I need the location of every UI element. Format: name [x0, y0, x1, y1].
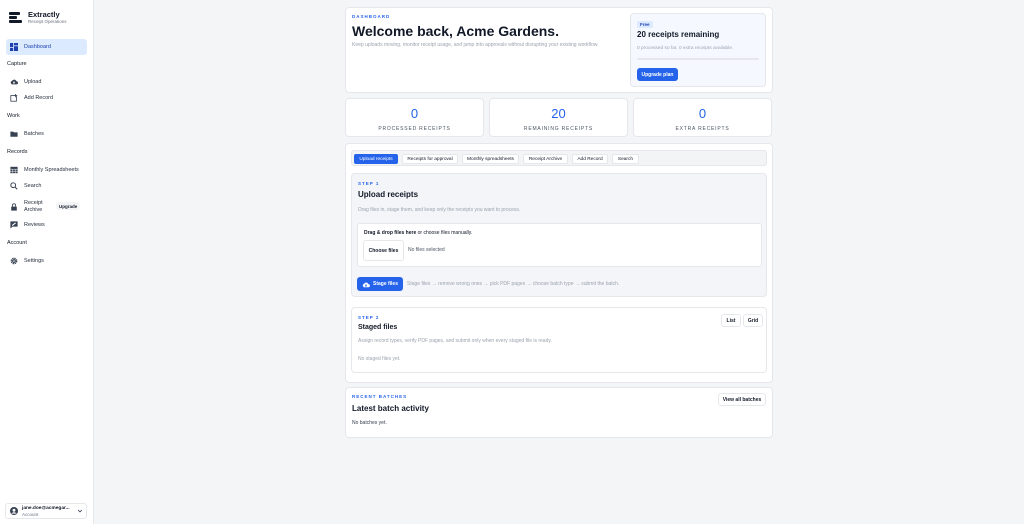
- search-icon: [10, 182, 18, 190]
- dashboard-icon: [10, 43, 18, 51]
- step1-panel: STEP 1 Upload receipts Drag files in, st…: [351, 173, 767, 297]
- recent-eyebrow: RECENT BATCHES: [352, 394, 408, 399]
- sidebar-item-label: Search: [24, 183, 42, 189]
- sidebar-item-label: Batches: [24, 131, 44, 137]
- tab-upload-receipts[interactable]: Upload receipts: [354, 154, 398, 164]
- step2-title: Staged files: [358, 324, 398, 331]
- step2-empty: No staged files yet.: [358, 356, 401, 362]
- stat-label: EXTRA RECEIPTS: [675, 126, 730, 132]
- sidebar-item-label: Add Record: [24, 95, 54, 101]
- tab-receipt-archive[interactable]: Receipt Archive: [523, 154, 568, 164]
- stat-value: 20: [551, 106, 566, 121]
- sidebar: Extractly Receipt Operations Dashboard C…: [0, 0, 94, 524]
- tab-add-record[interactable]: Add Record: [572, 154, 608, 164]
- recent-empty: No batches yet.: [352, 420, 387, 426]
- dropzone[interactable]: Drag & drop files here or choose files m…: [357, 223, 762, 267]
- sidebar-item-add-record[interactable]: Add Record: [6, 90, 87, 106]
- sidebar-item-monthly-spreadsheets[interactable]: Monthly Spreadsheets: [6, 162, 87, 178]
- account-role: Account: [22, 511, 39, 517]
- tab-monthly-spreadsheets[interactable]: Monthly spreadsheets: [462, 154, 519, 164]
- stage-files-button[interactable]: Stage files: [357, 277, 403, 291]
- sidebar-item-label: Settings: [24, 258, 44, 264]
- sidebar-item-settings[interactable]: Settings: [6, 253, 87, 269]
- account-email: jane.doe@acmegar...: [22, 505, 70, 511]
- stat-value: 0: [698, 106, 707, 121]
- table-icon: [10, 166, 18, 174]
- section-records: Records: [7, 149, 28, 155]
- sidebar-item-label: Receipt: [24, 200, 43, 206]
- stat-processed: 0 PROCESSED RECEIPTS: [345, 98, 484, 137]
- review-icon: [10, 221, 18, 229]
- step2-subtitle: Assign record types, verify PDF pages, a…: [358, 338, 552, 344]
- dropzone-rest: or choose files manually.: [416, 230, 473, 236]
- view-all-batches-button[interactable]: View all batches: [718, 393, 766, 406]
- stat-label: PROCESSED RECEIPTS: [378, 126, 451, 132]
- brand-subtitle: Receipt Operations: [28, 19, 67, 24]
- stat-extra: 0 EXTRA RECEIPTS: [633, 98, 772, 137]
- gear-icon: [10, 257, 18, 265]
- step1-eyebrow: STEP 1: [358, 181, 380, 186]
- sidebar-item-label: Upload: [24, 79, 42, 85]
- cloud-upload-icon: [10, 79, 18, 85]
- folder-icon: [10, 131, 18, 137]
- tab-receipts-for-approval[interactable]: Receipts for approval: [402, 154, 458, 164]
- no-files-text: No files selected: [408, 247, 445, 253]
- work-area: Upload receipts Receipts for approval Mo…: [345, 143, 773, 383]
- grid-view-button[interactable]: Grid: [743, 314, 763, 327]
- sidebar-item-batches[interactable]: Batches: [6, 126, 87, 142]
- recent-title: Latest batch activity: [352, 404, 429, 413]
- chevron-down-icon: [77, 509, 83, 513]
- section-account: Account: [7, 240, 27, 246]
- stage-files-label: Stage files: [372, 281, 398, 287]
- brand[interactable]: Extractly Receipt Operations: [9, 10, 67, 25]
- tab-search[interactable]: Search: [612, 154, 639, 164]
- page-title: Welcome back, Acme Gardens.: [352, 23, 559, 39]
- sidebar-item-label: Monthly Spreadsheets: [24, 167, 79, 173]
- account-menu[interactable]: jane.doe@acmegar... Account: [5, 503, 87, 519]
- plan-detail: 0 processed so far. 0 extra receipts ava…: [637, 46, 734, 51]
- plan-title: 20 receipts remaining: [637, 30, 720, 39]
- sidebar-item-upload[interactable]: Upload: [6, 74, 87, 90]
- hero-subtitle: Keep uploads moving, monitor receipt usa…: [352, 42, 599, 48]
- upgrade-badge[interactable]: Upgrade: [56, 202, 81, 210]
- list-view-button[interactable]: List: [721, 314, 741, 327]
- sidebar-item-label: Reviews: [24, 222, 45, 228]
- sidebar-item-reviews[interactable]: Reviews: [6, 217, 87, 233]
- plan-card: Free 20 receipts remaining 0 processed s…: [630, 13, 766, 87]
- stat-label: REMAINING RECEIPTS: [523, 126, 594, 132]
- sidebar-item-dashboard[interactable]: Dashboard: [6, 39, 87, 55]
- dropzone-bold: Drag & drop files here: [364, 230, 417, 236]
- choose-files-button[interactable]: Choose files: [363, 240, 404, 261]
- tab-bar: Upload receipts Receipts for approval Mo…: [351, 150, 767, 166]
- sidebar-item-label: Archive: [24, 207, 43, 213]
- hero-card: DASHBOARD Welcome back, Acme Gardens. Ke…: [345, 7, 773, 93]
- avatar-icon: [10, 507, 18, 515]
- recent-batches-card: RECENT BATCHES Latest batch activity No …: [345, 387, 773, 438]
- upgrade-plan-button[interactable]: Upgrade plan: [637, 68, 678, 81]
- cloud-upload-icon: [362, 282, 370, 287]
- step1-title: Upload receipts: [358, 190, 419, 199]
- stat-remaining: 20 REMAINING RECEIPTS: [489, 98, 628, 137]
- section-work: Work: [7, 113, 20, 119]
- plan-progress-bar: [637, 58, 759, 60]
- stat-value: 0: [410, 106, 419, 121]
- brand-logo-icon: [9, 11, 22, 24]
- add-record-icon: [10, 94, 18, 102]
- brand-name: Extractly: [28, 10, 60, 19]
- step2-panel: STEP 2 Staged files Assign record types,…: [351, 307, 767, 373]
- sidebar-item-search[interactable]: Search: [6, 178, 87, 194]
- sidebar-item-label: Dashboard: [24, 44, 51, 50]
- plan-badge: Free: [637, 21, 653, 28]
- step1-subtitle: Drag files in, stage them, and keep only…: [358, 207, 521, 213]
- dropzone-text: Drag & drop files here or choose files m…: [364, 230, 472, 236]
- lock-icon: [11, 203, 17, 211]
- section-capture: Capture: [7, 61, 27, 67]
- stage-hint: Stage files → remove wrong ones → pick P…: [407, 281, 620, 287]
- hero-eyebrow: DASHBOARD: [352, 14, 391, 19]
- step2-eyebrow: STEP 2: [358, 315, 380, 320]
